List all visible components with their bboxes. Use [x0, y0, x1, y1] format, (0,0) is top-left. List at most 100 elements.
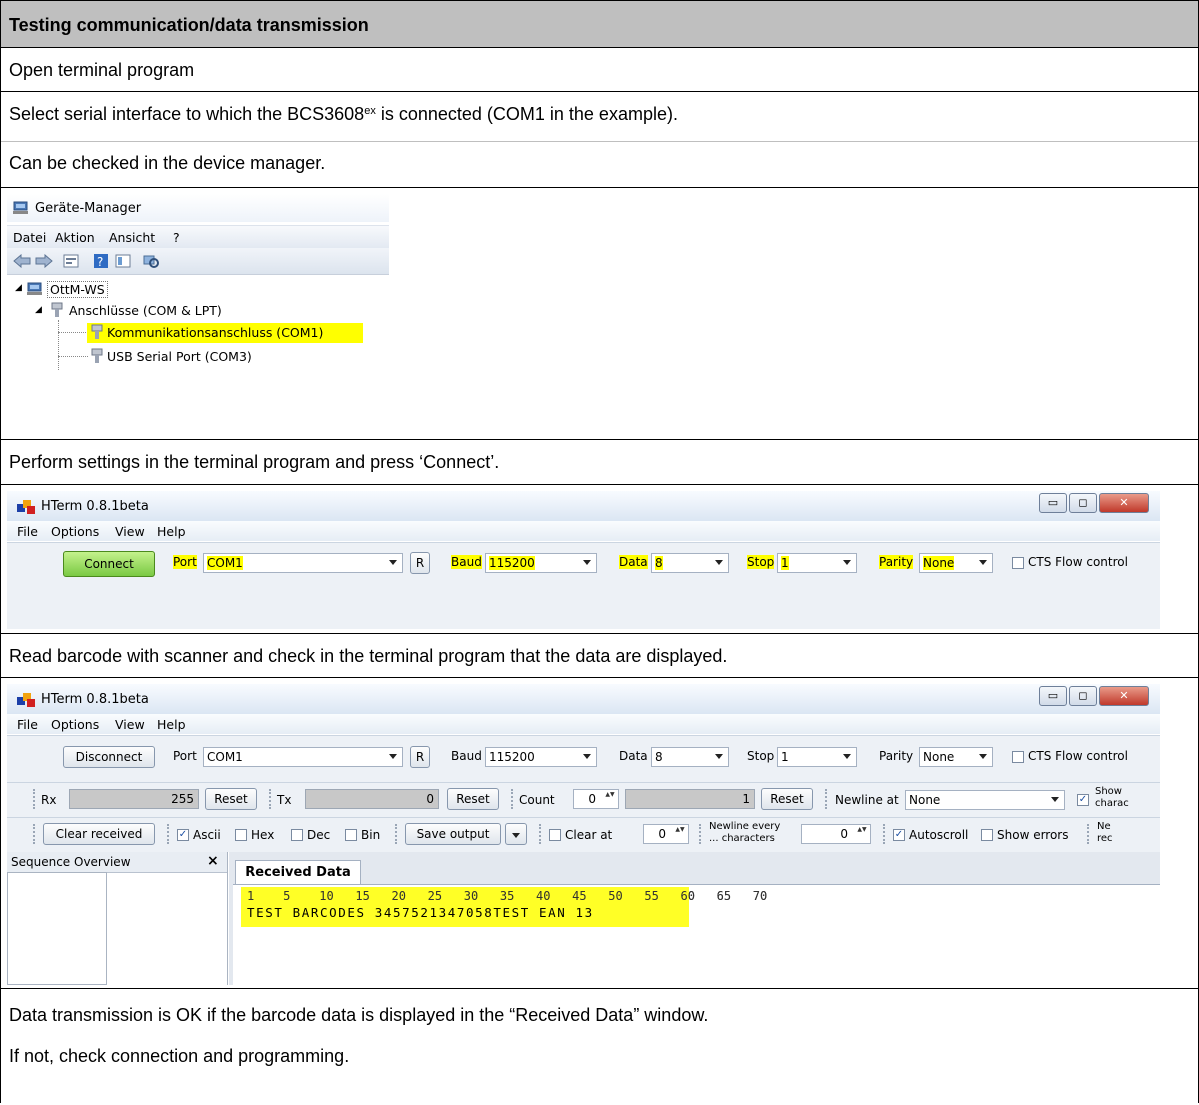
- stop-bits-select[interactable]: 1: [777, 747, 857, 767]
- count-spinner[interactable]: 0: [573, 789, 619, 809]
- show-errors-label: Show errors: [997, 828, 1069, 842]
- menu-help[interactable]: Help: [157, 717, 186, 732]
- menu-options[interactable]: Options: [51, 524, 99, 539]
- forward-arrow-icon[interactable]: [35, 253, 53, 271]
- baud-select[interactable]: 115200: [485, 553, 597, 573]
- scan-hardware-icon[interactable]: [143, 254, 159, 271]
- view-icon[interactable]: [115, 254, 131, 271]
- toolbar-grip[interactable]: [1087, 824, 1092, 844]
- disconnect-button[interactable]: Disconnect: [63, 746, 155, 768]
- port-select[interactable]: COM1: [203, 553, 403, 573]
- newline-received-label: Ne rec: [1097, 821, 1113, 845]
- menu-options[interactable]: Options: [51, 717, 99, 732]
- tx-counter: 0: [305, 789, 439, 809]
- data-bits-select[interactable]: 8: [651, 747, 729, 767]
- minimize-button[interactable]: ▭: [1039, 686, 1067, 706]
- hterm-title: HTerm 0.8.1beta: [41, 692, 149, 707]
- step-perform-settings: Perform settings in the terminal program…: [1, 440, 1198, 485]
- menu-file[interactable]: File: [17, 524, 38, 539]
- tree-item-com1[interactable]: Kommunikationsanschluss (COM1): [107, 325, 323, 340]
- bin-label: Bin: [361, 828, 381, 842]
- close-icon[interactable]: ×: [207, 853, 219, 869]
- tab-received-data[interactable]: Received Data: [235, 860, 361, 885]
- expand-icon[interactable]: ◢: [15, 283, 22, 293]
- cts-label: CTS Flow control: [1028, 555, 1128, 569]
- clear-at-checkbox[interactable]: [549, 829, 561, 841]
- menu-ansicht[interactable]: Ansicht: [109, 230, 155, 245]
- step-text: Open terminal program: [9, 60, 195, 80]
- device-manager-row: Geräte-Manager Datei Aktion Ansicht ? ? …: [1, 188, 1198, 440]
- hex-checkbox[interactable]: [235, 829, 247, 841]
- sequence-overview-header: Sequence Overview ×: [7, 852, 227, 873]
- menu-aktion[interactable]: Aktion: [55, 230, 95, 245]
- tx-label: Tx: [277, 793, 292, 807]
- show-chars-checkbox[interactable]: ✓: [1077, 794, 1089, 806]
- expand-icon[interactable]: ◢: [35, 305, 42, 315]
- newline-every-spinner[interactable]: 0: [801, 824, 871, 844]
- show-errors-checkbox[interactable]: [981, 829, 993, 841]
- toolbar-grip[interactable]: [33, 789, 38, 809]
- dec-checkbox[interactable]: [291, 829, 303, 841]
- tree-item-com3[interactable]: USB Serial Port (COM3): [107, 349, 252, 364]
- toolbar-grip[interactable]: [395, 824, 400, 844]
- tree-group-label[interactable]: Anschlüsse (COM & LPT): [69, 303, 222, 318]
- tree-root-label[interactable]: OttM-WS: [47, 281, 108, 298]
- menu-help[interactable]: Help: [157, 524, 186, 539]
- close-button[interactable]: ✕: [1099, 493, 1149, 513]
- baud-select[interactable]: 115200: [485, 747, 597, 767]
- svg-text:?: ?: [97, 255, 103, 268]
- maximize-button[interactable]: ◻: [1069, 493, 1097, 513]
- stop-bits-select[interactable]: 1: [777, 553, 857, 573]
- toolbar-grip[interactable]: [33, 824, 38, 844]
- toolbar-grip[interactable]: [539, 824, 544, 844]
- parity-select[interactable]: None: [919, 747, 993, 767]
- minimize-button[interactable]: ▭: [1039, 493, 1067, 513]
- toolbar-grip[interactable]: [883, 824, 888, 844]
- help-icon[interactable]: ?: [93, 254, 109, 271]
- autoscroll-checkbox[interactable]: ✓: [893, 829, 905, 841]
- save-output-button[interactable]: Save output: [405, 823, 501, 845]
- sequence-overview-title: Sequence Overview: [11, 855, 131, 869]
- properties-icon[interactable]: [63, 254, 79, 271]
- maximize-button[interactable]: ◻: [1069, 686, 1097, 706]
- chevron-down-icon: [715, 560, 723, 565]
- menu-file[interactable]: File: [17, 717, 38, 732]
- menu-view[interactable]: View: [115, 717, 145, 732]
- clear-at-spinner[interactable]: 0: [643, 824, 689, 844]
- connect-button[interactable]: Connect: [63, 551, 155, 577]
- hterm-menubar: File Options View Help: [7, 714, 1160, 734]
- tx-reset-button[interactable]: Reset: [447, 788, 499, 810]
- received-data-view[interactable]: 1 5 10 15 20 25 30 35 40 45 50 55 60 65 …: [233, 884, 1160, 985]
- cts-checkbox[interactable]: [1012, 557, 1024, 569]
- rx-reset-button[interactable]: Reset: [205, 788, 257, 810]
- rx-counter: 255: [69, 789, 199, 809]
- hex-label: Hex: [251, 828, 275, 842]
- result-ok-text: Data transmission is OK if the barcode d…: [9, 1005, 709, 1025]
- toolbar-grip[interactable]: [511, 789, 516, 809]
- toolbar-grip[interactable]: [167, 824, 172, 844]
- sequence-list[interactable]: [7, 872, 107, 985]
- menu-datei[interactable]: Datei: [13, 230, 46, 245]
- port-select[interactable]: COM1: [203, 747, 403, 767]
- close-button[interactable]: ✕: [1099, 686, 1149, 706]
- cts-checkbox[interactable]: [1012, 751, 1024, 763]
- newline-at-select[interactable]: None: [905, 790, 1065, 810]
- stop-label: Stop: [747, 749, 775, 763]
- toolbar-grip[interactable]: [699, 824, 704, 844]
- toolbar-grip[interactable]: [825, 789, 830, 809]
- ascii-checkbox[interactable]: ✓: [177, 829, 189, 841]
- data-bits-select[interactable]: 8: [651, 553, 729, 573]
- menu-view[interactable]: View: [115, 524, 145, 539]
- back-arrow-icon[interactable]: [13, 253, 31, 271]
- menu-help[interactable]: ?: [173, 230, 180, 245]
- count-reset-button[interactable]: Reset: [761, 788, 813, 810]
- toolbar-grip[interactable]: [269, 789, 274, 809]
- clear-received-button[interactable]: Clear received: [43, 823, 155, 845]
- bin-checkbox[interactable]: [345, 829, 357, 841]
- save-output-dropdown[interactable]: [505, 823, 527, 845]
- parity-select[interactable]: None: [919, 553, 993, 573]
- superscript-ex: ex: [364, 105, 376, 117]
- refresh-ports-button[interactable]: R: [410, 746, 430, 768]
- refresh-ports-button[interactable]: R: [410, 552, 430, 574]
- rx-label: Rx: [41, 793, 57, 807]
